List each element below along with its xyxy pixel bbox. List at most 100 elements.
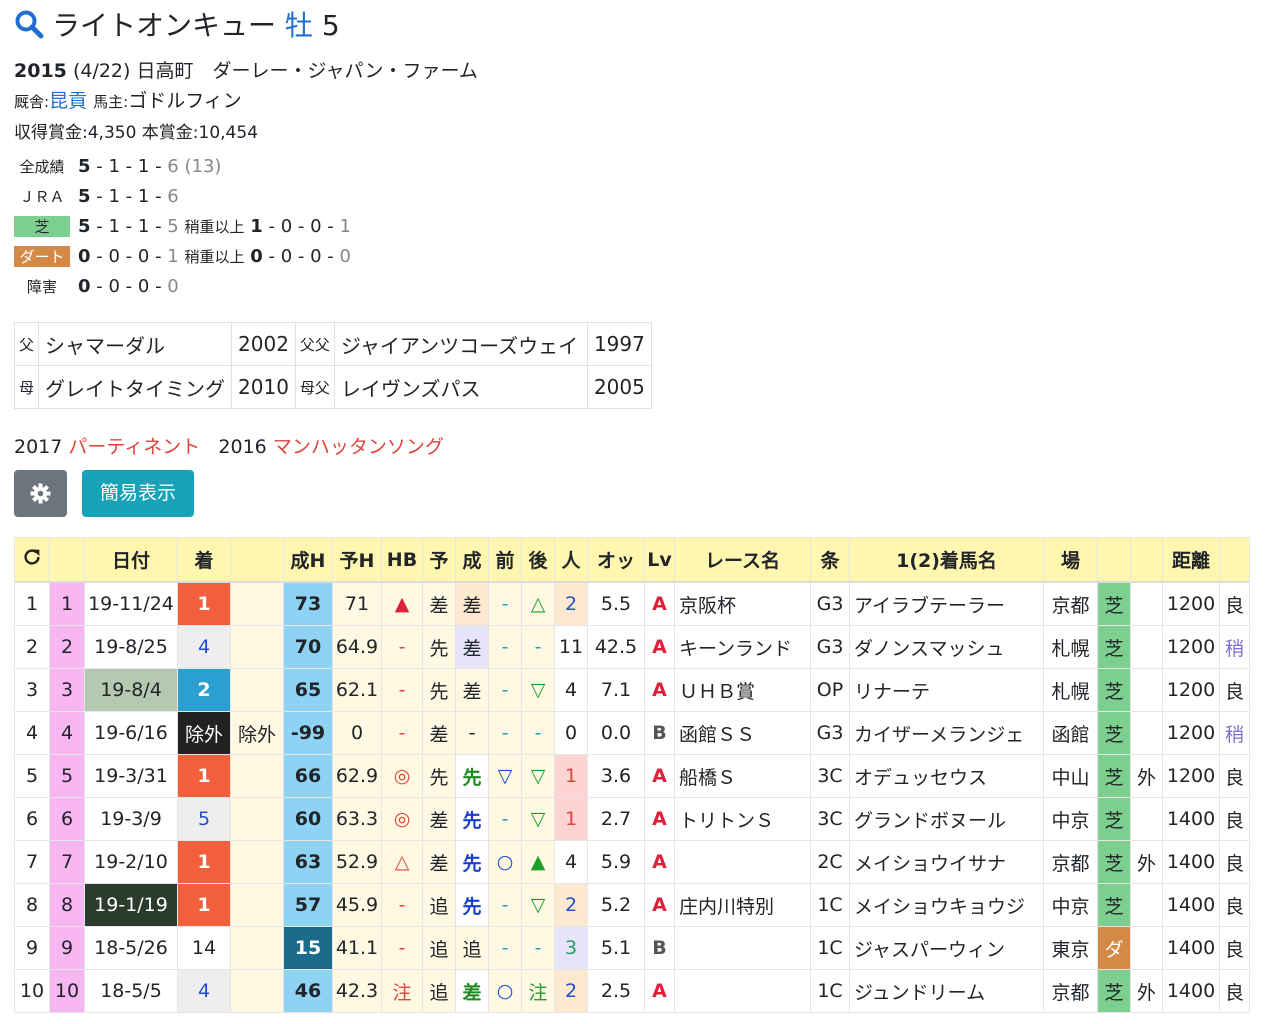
col-result: 成: [455, 537, 489, 583]
race-name[interactable]: 庄内川特別: [674, 883, 811, 927]
front: -: [488, 625, 522, 669]
level: B: [644, 711, 675, 755]
dam-year: 2010: [231, 365, 296, 409]
table-row[interactable]: 4 4 19-6/16 除外 除外 -99 0- 差 - - -0 0.0 B 函館ＳＳ G3 カイザーメラン…: [14, 711, 1250, 755]
finish: 4: [177, 969, 231, 1013]
surface: 芝: [1097, 797, 1131, 841]
record-wins: 5: [78, 186, 91, 207]
track: 函館: [1043, 711, 1098, 755]
search-icon[interactable]: [14, 9, 44, 46]
table-row[interactable]: 1 1 19-11/24 1 73 71 ▲ 差差 - △ 2 5.5 A 京阪杯 G3 アイラブテーラー 京都…: [14, 581, 1250, 626]
settings-button[interactable]: [14, 470, 67, 517]
note: [230, 926, 284, 970]
row-num: 2: [49, 625, 85, 669]
row-index: 1: [14, 581, 50, 626]
pred: 追: [422, 969, 456, 1013]
note: [230, 668, 284, 712]
col-odds: オッ: [587, 537, 645, 583]
col-blank2: [230, 537, 284, 583]
race-date: 18-5/5: [84, 969, 178, 1013]
note: 除外: [230, 711, 284, 755]
winner[interactable]: オデュッセウス: [849, 754, 1044, 798]
note: [230, 883, 284, 927]
rear: ▽: [521, 797, 555, 841]
race-name[interactable]: ＵＨＢ賞: [674, 668, 811, 712]
sibling-link[interactable]: マンハッタンソング: [273, 436, 444, 458]
stable-info: 厩舎:昆貢 馬主:ゴドルフィン: [14, 86, 242, 113]
sibling-year: 2016: [218, 436, 267, 458]
race-name[interactable]: 京阪杯: [674, 581, 811, 626]
track: 京都: [1043, 581, 1098, 626]
race-name[interactable]: 函館ＳＳ: [674, 711, 811, 755]
race-class: 3C: [810, 754, 850, 798]
record-wins: 5: [78, 156, 91, 177]
distance: 1400: [1162, 969, 1220, 1013]
distance: 1200: [1162, 668, 1220, 712]
distance: 1400: [1162, 926, 1220, 970]
sibling-link[interactable]: パーティネント: [68, 436, 200, 458]
winner[interactable]: ジャスパーウィン: [849, 926, 1044, 970]
race-class: G3: [810, 625, 850, 669]
pred: 先: [422, 668, 456, 712]
front: ▽: [488, 754, 522, 798]
pred: 差: [422, 711, 456, 755]
winner[interactable]: リナーテ: [849, 668, 1044, 712]
hb-mark: -: [381, 711, 423, 755]
winner[interactable]: グランドボヌール: [849, 797, 1044, 841]
race-name[interactable]: キーンランド: [674, 625, 811, 669]
table-row[interactable]: 3 3 19-8/4 2 65 62.1- 先差 - ▽ 4 7.1 A ＵＨＢ賞 OP リナーテ 札幌芝 12…: [14, 668, 1250, 712]
finish: 5: [177, 797, 231, 841]
winner[interactable]: メイショウキョウジ: [849, 883, 1044, 927]
front: -: [488, 926, 522, 970]
popularity: 1: [554, 797, 588, 841]
pred: 追: [422, 926, 456, 970]
odds: 2.7: [587, 797, 645, 841]
race-class: 3C: [810, 797, 850, 841]
winner[interactable]: ジュンドリーム: [849, 969, 1044, 1013]
course: [1130, 625, 1163, 669]
table-row[interactable]: 2 2 19-8/25 4 70 64.9- 先差 - -11 42.5 A キーンランド G3 ダノンス…: [14, 625, 1250, 669]
front: -: [488, 883, 522, 927]
perf-h: 60: [283, 797, 333, 841]
simple-view-button[interactable]: 簡易表示: [82, 470, 194, 517]
owner-label: 馬主:: [93, 93, 129, 111]
row-index: 10: [14, 969, 50, 1013]
race-name[interactable]: [674, 969, 811, 1013]
distance: 1400: [1162, 840, 1220, 884]
horse-sex: 牡: [284, 9, 313, 42]
race-class: OP: [810, 668, 850, 712]
row-num: 4: [49, 711, 85, 755]
winner[interactable]: カイザーメランジェ: [849, 711, 1044, 755]
odds: 3.6: [587, 754, 645, 798]
pred: 差: [422, 840, 456, 884]
col-winner: 1(2)着馬名: [849, 537, 1044, 583]
race-name[interactable]: [674, 926, 811, 970]
race-name[interactable]: 船橋Ｓ: [674, 754, 811, 798]
race-class: G3: [810, 711, 850, 755]
sire-sire: ジャイアンツコーズウェイ: [333, 322, 588, 366]
table-row[interactable]: 5 5 19-3/31 1 66 62.9 ◎ 先先 ▽ ▽ 1 3.6 A 船橋Ｓ 3C オデュッセウス 中山…: [14, 754, 1250, 798]
siblings: 2017 パーティネント 2016 マンハッタンソング: [14, 432, 444, 459]
table-row[interactable]: 10 10 18-5/5 4 46 42.3 注追差 ○ 注 2 2.5 A 1C ジュンドリーム 京都芝外…: [14, 969, 1250, 1013]
trainer-link[interactable]: 昆貢: [49, 90, 87, 112]
result: 先: [455, 840, 489, 884]
refresh-header[interactable]: [14, 537, 50, 583]
stable-label: 厩舎:: [14, 93, 50, 111]
table-row[interactable]: 6 6 19-3/9 5 60 63.3 ◎ 差先 - ▽ 1 2.7 A トリトンＳ 3C グランドボヌール…: [14, 797, 1250, 841]
rear: 注: [521, 969, 555, 1013]
table-row[interactable]: 7 7 19-2/10 1 63 52.9 △ 差先 ○ ▲ 4 5.9 A 2C メイショウイサナ 京都芝外…: [14, 840, 1250, 884]
sire: シャマーダル: [38, 322, 233, 366]
winner[interactable]: メイショウイサナ: [849, 840, 1044, 884]
table-row[interactable]: 8 8 19-1/19 1 57 45.9- 追先 - ▽ 2 5.2 A 庄内川特別 1C メイショウキョ…: [14, 883, 1250, 927]
race-class: G3: [810, 581, 850, 626]
table-row[interactable]: 9 9 18-5/26 14 15 41.1- 追追 - -3 5.1 B 1C ジャスパーウィン 東京ダ…: [14, 926, 1250, 970]
race-name[interactable]: トリトンＳ: [674, 797, 811, 841]
race-name[interactable]: [674, 840, 811, 884]
record-ex-wins: 1: [250, 216, 263, 237]
winner[interactable]: ダノンスマッシュ: [849, 625, 1044, 669]
race-class: 1C: [810, 883, 850, 927]
rear: ▽: [521, 883, 555, 927]
dam-sire-key: 母父: [294, 365, 335, 409]
refresh-icon[interactable]: [21, 546, 43, 568]
winner[interactable]: アイラブテーラー: [849, 581, 1044, 626]
